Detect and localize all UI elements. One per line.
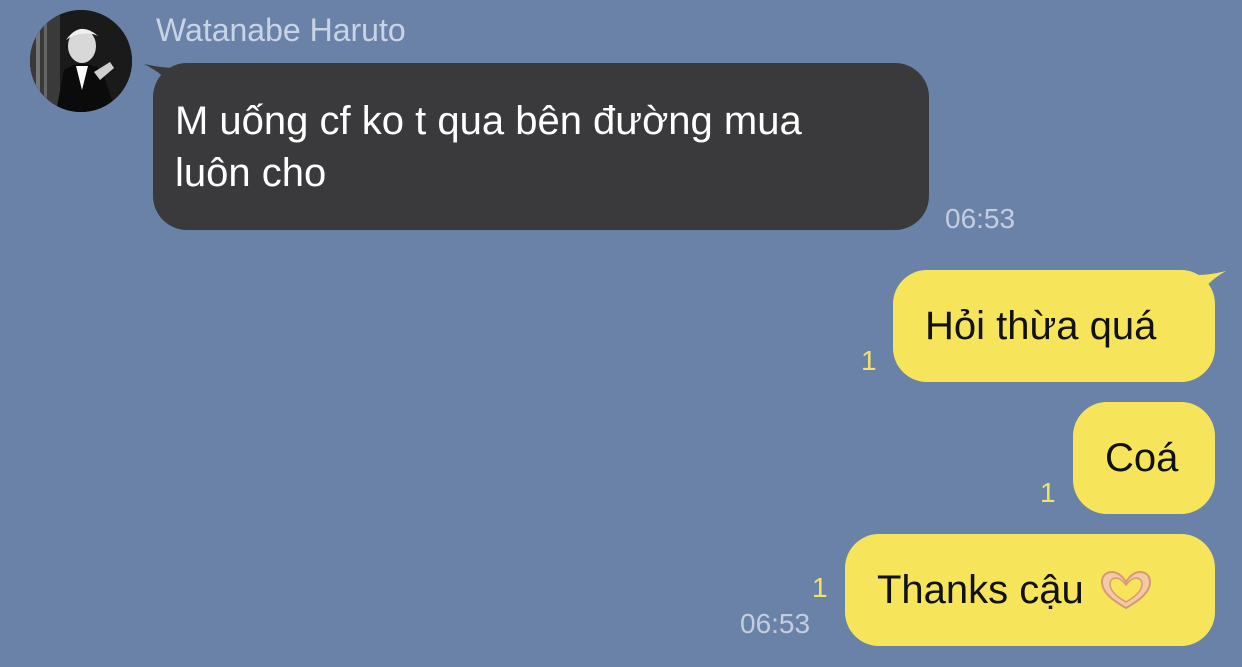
outgoing-message-bubble[interactable]: Coá xyxy=(1073,402,1215,514)
heart-hands-emoji xyxy=(1100,570,1151,610)
sender-avatar[interactable] xyxy=(30,10,132,112)
incoming-message-line-2: luôn cho xyxy=(175,151,327,195)
outgoing-message-bubble[interactable]: Hỏi thừa quá xyxy=(893,270,1215,382)
unread-count: 1 xyxy=(1040,477,1056,508)
unread-count: 1 xyxy=(812,572,828,603)
outgoing-message-text: Thanks cậu xyxy=(877,568,1084,612)
unread-count: 1 xyxy=(861,345,877,376)
sender-name: Watanabe Haruto xyxy=(156,12,406,48)
outgoing-message-text: Hỏi thừa quá xyxy=(925,304,1157,348)
avatar-image xyxy=(30,10,132,112)
outgoing-message-bubble[interactable]: Thanks cậu xyxy=(845,534,1215,646)
incoming-message-bubble[interactable]: M uống cf ko t qua bên đường mua luôn ch… xyxy=(153,63,929,230)
outgoing-message-text: Coá xyxy=(1105,436,1179,480)
incoming-message-time: 06:53 xyxy=(945,203,1016,234)
outgoing-message-time: 06:53 xyxy=(740,608,811,639)
incoming-message-line-1: M uống cf ko t qua bên đường mua xyxy=(175,99,802,143)
